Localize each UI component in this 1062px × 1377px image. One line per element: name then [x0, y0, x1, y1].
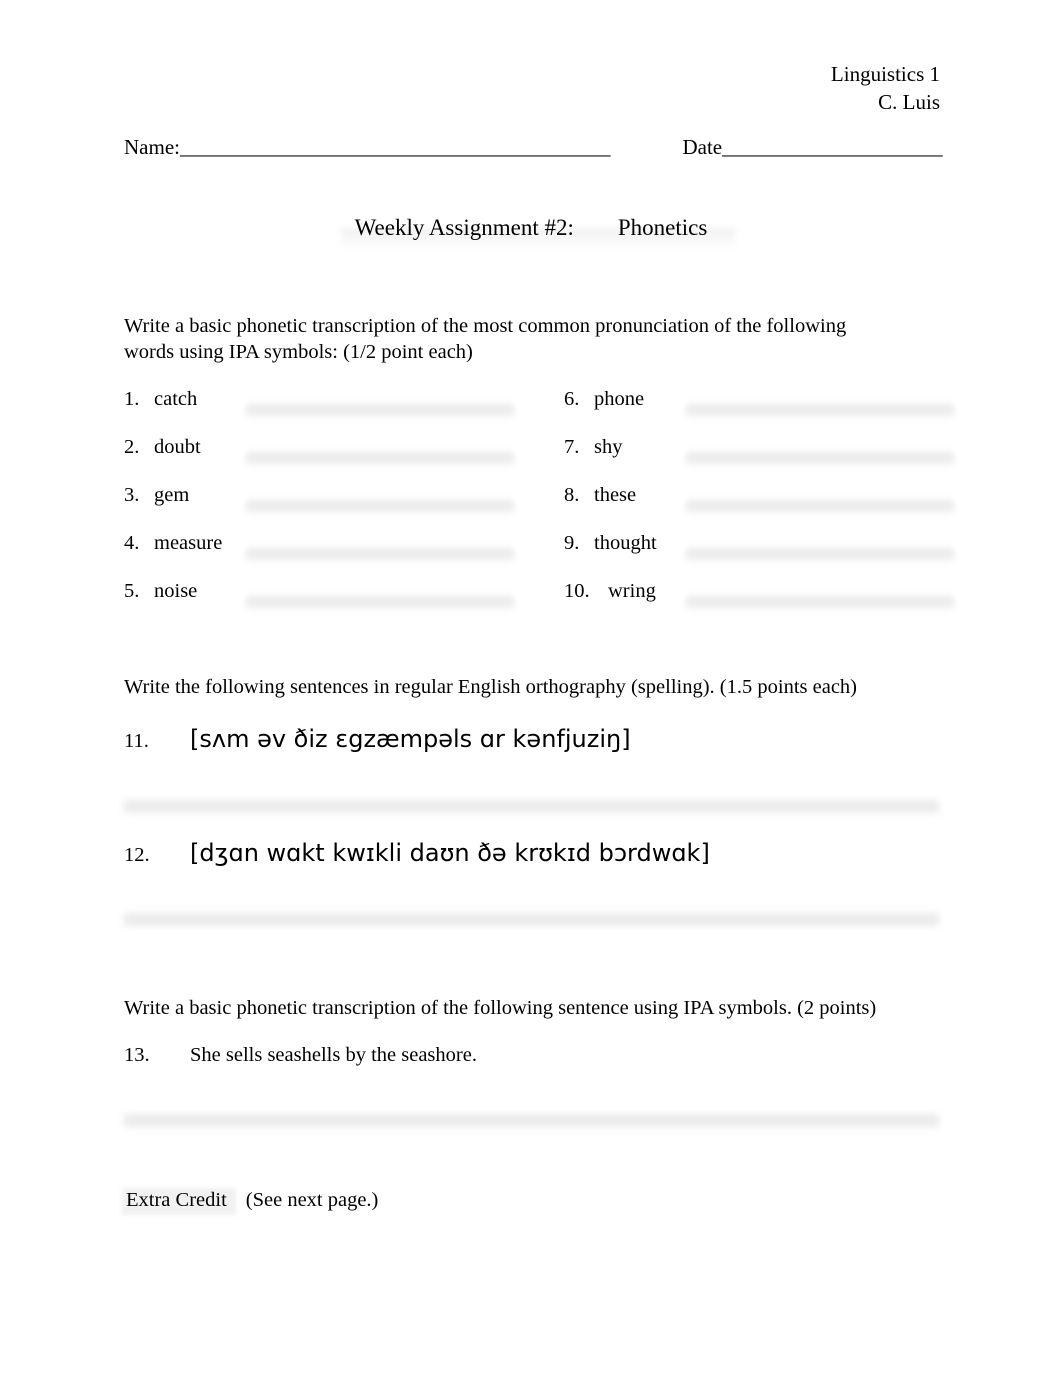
word-item-10: 10. wring	[564, 578, 954, 608]
answer-blank[interactable]	[686, 548, 954, 560]
name-input-rule[interactable]: ________________________________________…	[180, 135, 611, 159]
answer-blank[interactable]	[246, 548, 514, 560]
word-number: 2.	[124, 436, 140, 458]
assignment-title: Weekly Assignment #2:	[354, 215, 574, 240]
word-list: 1. catch 6. phone 2. doubt 7. shy 3. gem	[124, 386, 954, 626]
answer-line-11[interactable]	[124, 800, 939, 813]
date-field-group: Date_____________________	[682, 134, 942, 160]
ipa-question-11: 11. [sʌm əv ðiz ɛgzæmpəls ɑr kənfjuziŋ]	[124, 724, 631, 756]
answer-blank[interactable]	[246, 452, 514, 464]
date-input-rule[interactable]: _____________________	[722, 135, 943, 159]
ipa-question-12: 12. [dʒɑn wɑkt kwɪkli daʊn ðə krʊkɪd bɔrd…	[124, 838, 710, 870]
date-label: Date	[682, 135, 723, 159]
instruction-part-2: Write the following sentences in regular…	[124, 676, 857, 698]
word-text: thought	[594, 532, 657, 554]
word-item-4: 4. measure	[124, 530, 514, 560]
word-text: wring	[608, 580, 656, 602]
word-number: 3.	[124, 484, 140, 506]
word-text: catch	[154, 388, 198, 410]
word-text: measure	[154, 532, 223, 554]
instructor-name: C. Luis	[878, 90, 940, 114]
word-number: 9.	[564, 532, 580, 554]
word-list-row: 3. gem 8. these	[124, 482, 954, 530]
word-text: noise	[154, 580, 198, 602]
answer-blank[interactable]	[686, 596, 954, 608]
word-item-6: 6. phone	[564, 386, 954, 416]
word-text: these	[594, 484, 637, 506]
answer-blank[interactable]	[246, 596, 514, 608]
instruction-part-1: Write a basic phonetic transcription of …	[124, 315, 847, 363]
word-number: 8.	[564, 484, 580, 506]
extra-credit-note: (See next page.)	[245, 1189, 379, 1211]
question-number: 13.	[124, 1044, 150, 1066]
page-title: Weekly Assignment #2: Phonetics	[0, 212, 1062, 250]
word-item-3: 3. gem	[124, 482, 514, 512]
word-item-8: 8. these	[564, 482, 954, 512]
document-header: Linguistics 1 C. Luis	[831, 60, 940, 116]
document-page: Linguistics 1 C. Luis Name:_____________…	[0, 0, 1062, 1377]
course-name: Linguistics 1	[830, 62, 940, 86]
word-text: doubt	[154, 436, 201, 458]
word-item-2: 2. doubt	[124, 434, 514, 464]
answer-line-13[interactable]	[124, 1114, 939, 1127]
answer-blank[interactable]	[686, 452, 954, 464]
question-number: 12.	[124, 844, 150, 866]
word-item-5: 5. noise	[124, 578, 514, 608]
word-item-9: 9. thought	[564, 530, 954, 560]
answer-blank[interactable]	[686, 500, 954, 512]
name-field-group: Name:___________________________________…	[124, 134, 610, 160]
name-label: Name:	[124, 135, 180, 159]
word-number: 7.	[564, 436, 580, 458]
word-text: gem	[154, 484, 190, 506]
word-item-7: 7. shy	[564, 434, 954, 464]
word-item-1: 1. catch	[124, 386, 514, 416]
word-list-row: 4. measure 9. thought	[124, 530, 954, 578]
word-text: phone	[594, 388, 645, 410]
word-number: 6.	[564, 388, 580, 410]
word-list-row: 2. doubt 7. shy	[124, 434, 954, 482]
extra-credit-label: Extra Credit	[126, 1189, 227, 1211]
word-list-row: 5. noise 10. wring	[124, 578, 954, 626]
ipa-transcription: [sʌm əv ðiz ɛgzæmpəls ɑr kənfjuziŋ]	[190, 725, 631, 753]
word-number: 4.	[124, 532, 140, 554]
word-number: 1.	[124, 388, 140, 410]
word-text: shy	[594, 436, 623, 458]
ipa-transcription: [dʒɑn wɑkt kwɪkli daʊn ðə krʊkɪd bɔrdwɑk…	[190, 839, 710, 867]
word-number: 10.	[564, 580, 590, 602]
answer-blank[interactable]	[246, 404, 514, 416]
word-number: 5.	[124, 580, 140, 602]
question-number: 11.	[124, 730, 149, 752]
extra-credit-row: Extra Credit (See next page.)	[122, 1186, 379, 1215]
answer-line-12[interactable]	[124, 913, 939, 926]
question-sentence: She sells seashells by the seashore.	[190, 1044, 477, 1066]
instruction-part-3: Write a basic phonetic transcription of …	[124, 997, 877, 1019]
question-13: 13. She sells seashells by the seashore.	[124, 1042, 477, 1068]
name-date-row: Name:___________________________________…	[124, 134, 943, 160]
assignment-topic: Phonetics	[617, 215, 708, 240]
word-list-row: 1. catch 6. phone	[124, 386, 954, 434]
answer-blank[interactable]	[246, 500, 514, 512]
answer-blank[interactable]	[686, 404, 954, 416]
